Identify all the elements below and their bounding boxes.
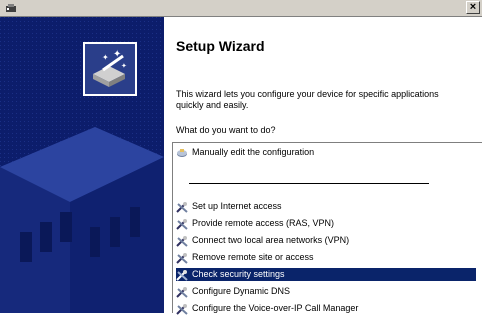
close-button[interactable]: × bbox=[466, 1, 480, 14]
task-list[interactable]: Manually edit the configuration Set up I… bbox=[172, 142, 482, 315]
tools-icon bbox=[176, 218, 188, 230]
edit-config-icon bbox=[177, 148, 187, 157]
list-item-voip[interactable]: Configure the Voice-over-IP Call Manager bbox=[176, 302, 476, 315]
list-item-connect-lans[interactable]: Connect two local area networks (VPN) bbox=[176, 234, 476, 247]
list-item-remote-access[interactable]: Provide remote access (RAS, VPN) bbox=[176, 217, 476, 230]
tools-icon bbox=[176, 201, 188, 213]
tools-icon bbox=[176, 269, 188, 281]
list-separator bbox=[189, 183, 429, 184]
svg-text:✦: ✦ bbox=[102, 53, 109, 62]
svg-text:✦: ✦ bbox=[121, 62, 127, 70]
list-item-remove-remote[interactable]: Remove remote site or access bbox=[176, 251, 476, 264]
title-bar: × bbox=[0, 0, 482, 17]
wizard-banner: ✦ ✦ ✦ bbox=[0, 17, 164, 313]
wizard-description: This wizard lets you configure your devi… bbox=[176, 89, 439, 110]
list-item-dynamic-dns[interactable]: Configure Dynamic DNS bbox=[176, 285, 476, 298]
tools-icon bbox=[176, 252, 188, 264]
tools-icon bbox=[176, 286, 188, 298]
list-item-manual-edit[interactable]: Manually edit the configuration bbox=[176, 146, 476, 159]
wizard-content: Setup Wizard This wizard lets you config… bbox=[164, 17, 482, 315]
banner-artwork bbox=[0, 17, 164, 313]
svg-text:✦: ✦ bbox=[113, 49, 121, 60]
tools-icon bbox=[176, 235, 188, 247]
magic-wand-icon: ✦ ✦ ✦ bbox=[85, 44, 135, 94]
list-item-internet[interactable]: Set up Internet access bbox=[176, 200, 476, 213]
list-item-security[interactable]: Check security settings bbox=[176, 268, 476, 281]
page-title: Setup Wizard bbox=[176, 38, 265, 54]
wizard-question: What do you want to do? bbox=[176, 125, 276, 135]
system-menu-icon[interactable] bbox=[5, 3, 17, 14]
wizard-logo: ✦ ✦ ✦ bbox=[83, 42, 137, 96]
